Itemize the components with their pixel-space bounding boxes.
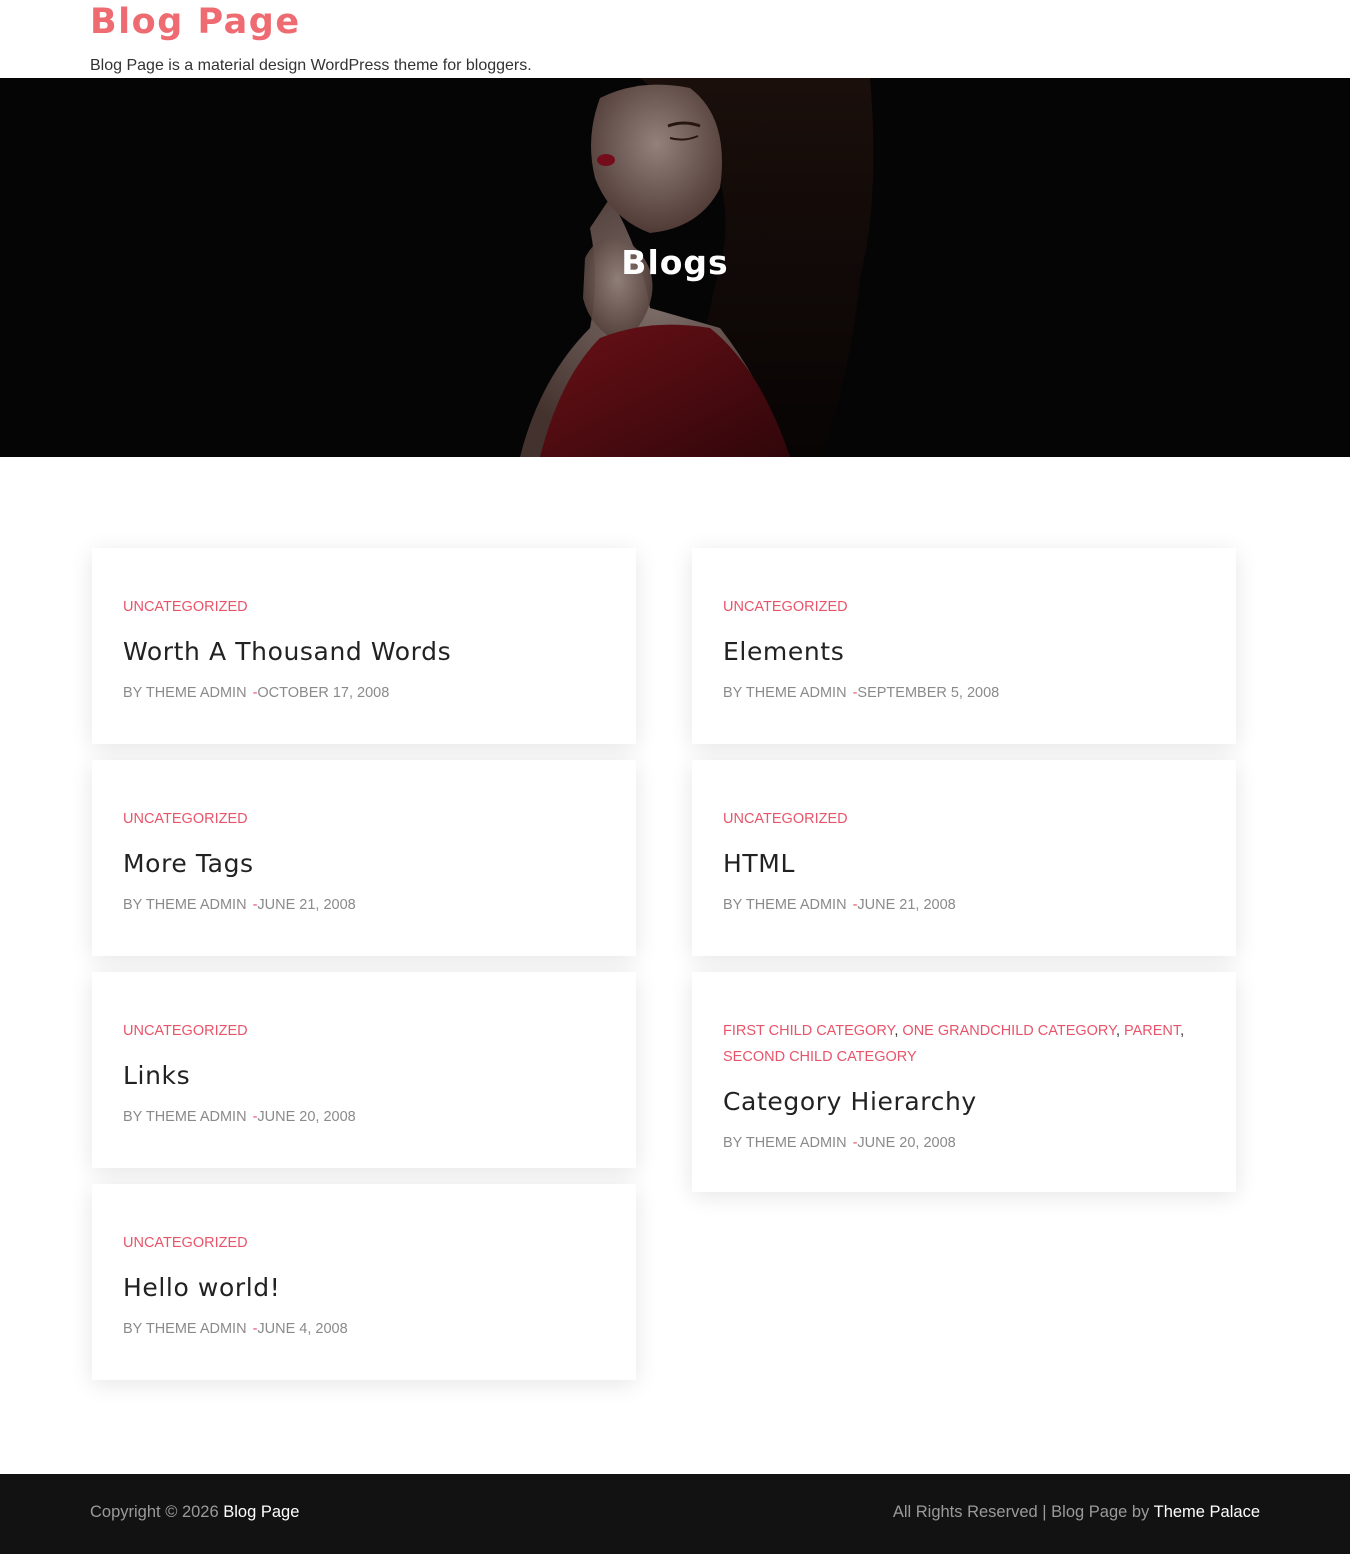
post-title: HTML <box>723 848 1236 880</box>
site-title-link[interactable]: Blog Page <box>90 0 301 48</box>
post-author-link[interactable]: BY THEME ADMIN <box>123 1321 247 1337</box>
footer-copyright: Copyright © 2026 Blog Page <box>90 1503 299 1522</box>
post-title-link[interactable]: More Tags <box>123 849 254 878</box>
theme-palace-link[interactable]: Theme Palace <box>1154 1503 1260 1521</box>
post-author-link[interactable]: BY THEME ADMIN <box>723 897 847 913</box>
category-link[interactable]: UNCATEGORIZED <box>723 599 848 615</box>
post-title-link[interactable]: Hello world! <box>123 1273 280 1302</box>
category-link[interactable]: UNCATEGORIZED <box>123 1023 248 1039</box>
site-description: Blog Page is a material design WordPress… <box>90 57 532 74</box>
post-title-link[interactable]: HTML <box>723 849 795 878</box>
category-separator: , <box>1180 1023 1185 1039</box>
category-link[interactable]: SECOND CHILD CATEGORY <box>723 1049 917 1065</box>
post-categories: UNCATEGORIZED <box>123 1018 636 1044</box>
post-title: Worth A Thousand Words <box>123 636 636 668</box>
category-link[interactable]: UNCATEGORIZED <box>723 811 848 827</box>
rights-text: All Rights Reserved | Blog Page by <box>892 1503 1150 1521</box>
site-footer: Copyright © 2026 Blog Page All Rights Re… <box>0 1474 1350 1554</box>
category-link[interactable]: UNCATEGORIZED <box>123 599 248 615</box>
post-meta: BY THEME ADMIN -SEPTEMBER 5, 2008 <box>723 683 1236 703</box>
category-link[interactable]: FIRST CHILD CATEGORY <box>723 1023 894 1039</box>
post-title: More Tags <box>123 848 636 880</box>
post-meta: BY THEME ADMIN -JUNE 20, 2008 <box>723 1133 1236 1153</box>
post-categories: FIRST CHILD CATEGORY, ONE GRANDCHILD CAT… <box>723 1018 1236 1070</box>
post-card: UNCATEGORIZED Links BY THEME ADMIN -JUNE … <box>92 972 636 1168</box>
post-meta: BY THEME ADMIN -JUNE 20, 2008 <box>123 1107 636 1127</box>
post-title-link[interactable]: Worth A Thousand Words <box>123 637 451 666</box>
post-categories: UNCATEGORIZED <box>123 1230 636 1256</box>
post-author-link[interactable]: BY THEME ADMIN <box>723 685 847 701</box>
post-categories: UNCATEGORIZED <box>723 594 1236 620</box>
post-title: Elements <box>723 636 1236 668</box>
post-date-link[interactable]: OCTOBER 17, 2008 <box>257 685 389 701</box>
post-meta: BY THEME ADMIN -JUNE 21, 2008 <box>123 895 636 915</box>
category-link[interactable]: ONE GRANDCHILD CATEGORY <box>902 1023 1116 1039</box>
post-meta: BY THEME ADMIN -OCTOBER 17, 2008 <box>123 683 636 703</box>
post-title-link[interactable]: Elements <box>723 637 844 666</box>
post-card: UNCATEGORIZED HTML BY THEME ADMIN -JUNE 2… <box>692 760 1236 956</box>
post-author-link[interactable]: BY THEME ADMIN <box>123 1109 247 1125</box>
post-categories: UNCATEGORIZED <box>123 806 636 832</box>
post-date-link[interactable]: JUNE 20, 2008 <box>857 1135 955 1151</box>
post-title: Category Hierarchy <box>723 1086 1236 1118</box>
hero-banner: Blogs <box>0 78 1350 457</box>
post-card: UNCATEGORIZED Hello world! BY THEME ADMI… <box>92 1184 636 1380</box>
hero-title: Blogs <box>621 243 729 282</box>
copyright-text: Copyright © 2026 <box>90 1503 219 1521</box>
post-card: FIRST CHILD CATEGORY, ONE GRANDCHILD CAT… <box>692 972 1236 1192</box>
post-card: UNCATEGORIZED Worth A Thousand Words BY … <box>92 548 636 744</box>
post-author-link[interactable]: BY THEME ADMIN <box>123 685 247 701</box>
category-link[interactable]: PARENT <box>1124 1023 1180 1039</box>
post-title-link[interactable]: Category Hierarchy <box>723 1087 977 1116</box>
footer-site-link[interactable]: Blog Page <box>223 1503 299 1521</box>
post-title: Links <box>123 1060 636 1092</box>
post-categories: UNCATEGORIZED <box>723 806 1236 832</box>
post-author-link[interactable]: BY THEME ADMIN <box>123 897 247 913</box>
category-link[interactable]: UNCATEGORIZED <box>123 1235 248 1251</box>
post-meta: BY THEME ADMIN -JUNE 21, 2008 <box>723 895 1236 915</box>
post-meta: BY THEME ADMIN -JUNE 4, 2008 <box>123 1319 636 1339</box>
post-date-link[interactable]: JUNE 20, 2008 <box>257 1109 355 1125</box>
post-card: UNCATEGORIZED Elements BY THEME ADMIN -SE… <box>692 548 1236 744</box>
post-date-link[interactable]: SEPTEMBER 5, 2008 <box>857 685 999 701</box>
post-title: Hello world! <box>123 1272 636 1304</box>
category-link[interactable]: UNCATEGORIZED <box>123 811 248 827</box>
post-author-link[interactable]: BY THEME ADMIN <box>723 1135 847 1151</box>
site-header: Blog Page Blog Page is a material design… <box>0 0 1350 78</box>
post-card: UNCATEGORIZED More Tags BY THEME ADMIN -J… <box>92 760 636 956</box>
post-date-link[interactable]: JUNE 4, 2008 <box>257 1321 347 1337</box>
post-title-link[interactable]: Links <box>123 1061 190 1090</box>
post-categories: UNCATEGORIZED <box>123 594 636 620</box>
post-date-link[interactable]: JUNE 21, 2008 <box>257 897 355 913</box>
post-date-link[interactable]: JUNE 21, 2008 <box>857 897 955 913</box>
footer-credits: All Rights Reserved | Blog Page by Theme… <box>893 1503 1260 1522</box>
category-separator: , <box>1115 1023 1124 1039</box>
